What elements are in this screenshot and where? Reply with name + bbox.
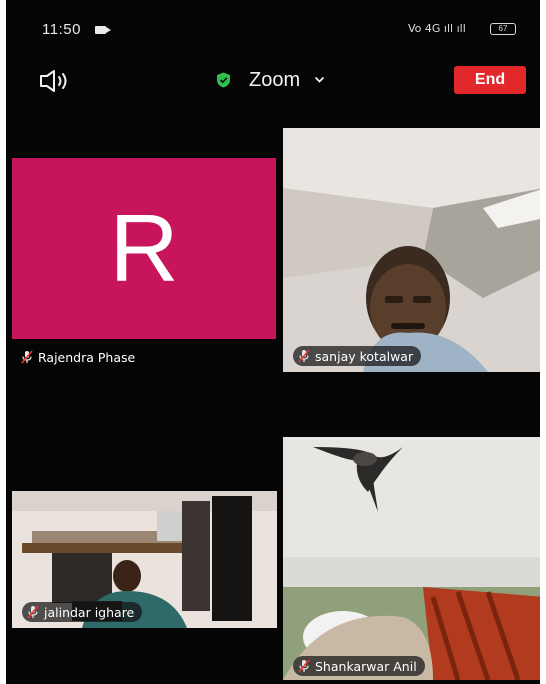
zoom-meeting-screen: 11:50 Vo 4G ıll ıll 67 Zoom End R Rajend…: [6, 0, 540, 684]
signal-strength-icons: Vo 4G ıll ıll: [408, 22, 466, 35]
green-shield-icon: [217, 72, 230, 88]
participant-tile-rajendra[interactable]: R: [12, 158, 276, 339]
speaker-icon[interactable]: [38, 68, 78, 94]
participant-video-feed: [283, 128, 540, 372]
end-meeting-button[interactable]: End: [454, 66, 526, 94]
meeting-title: Zoom: [249, 68, 301, 91]
status-time: 11:50: [42, 21, 81, 38]
muted-mic-icon: [21, 350, 33, 364]
status-bar: 11:50 Vo 4G ıll ıll 67: [6, 18, 540, 42]
battery-icon: 67: [490, 23, 516, 35]
avatar: R: [109, 194, 179, 302]
participant-name-tag: sanjay kotalwar: [293, 346, 422, 366]
participant-video-feed: [283, 437, 540, 680]
camera-recording-icon: [95, 25, 111, 35]
muted-mic-icon: [298, 659, 310, 673]
participant-name: Shankarwar Anil: [315, 658, 417, 674]
meeting-title-dropdown[interactable]: Zoom: [216, 68, 325, 92]
meeting-top-bar: Zoom End: [6, 62, 540, 98]
participant-tile-sanjay[interactable]: [283, 128, 540, 372]
participant-name-tag: jalindar ighare: [22, 602, 143, 622]
participant-name: sanjay kotalwar: [315, 348, 414, 364]
participant-name: jalindar ighare: [44, 604, 135, 620]
chevron-down-icon: [314, 76, 325, 83]
muted-mic-icon: [298, 349, 310, 363]
participant-name-tag: Rajendra Phase: [20, 347, 135, 367]
muted-mic-icon: [27, 605, 39, 619]
participant-tile-shankarwar[interactable]: [283, 437, 540, 680]
participant-name-tag: Shankarwar Anil: [293, 656, 425, 676]
participant-name: Rajendra Phase: [38, 349, 136, 365]
